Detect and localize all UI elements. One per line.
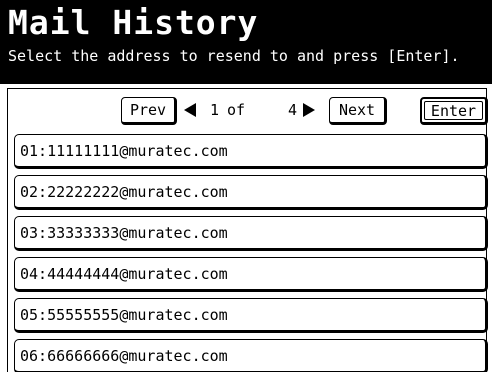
next-button[interactable]: Next — [329, 97, 387, 125]
address-item[interactable]: 02:22222222@muratec.com — [14, 175, 488, 210]
page-title: Mail History — [8, 3, 259, 42]
header-bar: Mail History Select the address to resen… — [0, 0, 492, 84]
prev-arrow-icon[interactable] — [184, 103, 196, 117]
address-item[interactable]: 01:11111111@muratec.com — [14, 134, 488, 169]
page-total: 4 — [288, 101, 298, 119]
address-item[interactable]: 03:33333333@muratec.com — [14, 216, 488, 251]
mail-history-screen: Mail History Select the address to resen… — [0, 0, 492, 372]
address-item[interactable]: 05:55555555@muratec.com — [14, 298, 488, 333]
instruction-text: Select the address to resend to and pres… — [8, 47, 460, 65]
enter-button[interactable]: Enter — [420, 97, 488, 125]
page-of-label: of — [227, 101, 246, 119]
prev-button[interactable]: Prev — [121, 97, 177, 125]
page-current: 1 — [210, 101, 220, 119]
address-list: 01:11111111@muratec.com 02:22222222@mura… — [14, 134, 488, 372]
address-item[interactable]: 06:66666666@muratec.com — [14, 339, 488, 372]
next-arrow-icon[interactable] — [303, 103, 315, 117]
enter-button-label: Enter — [424, 101, 483, 120]
address-item[interactable]: 04:44444444@muratec.com — [14, 257, 488, 292]
